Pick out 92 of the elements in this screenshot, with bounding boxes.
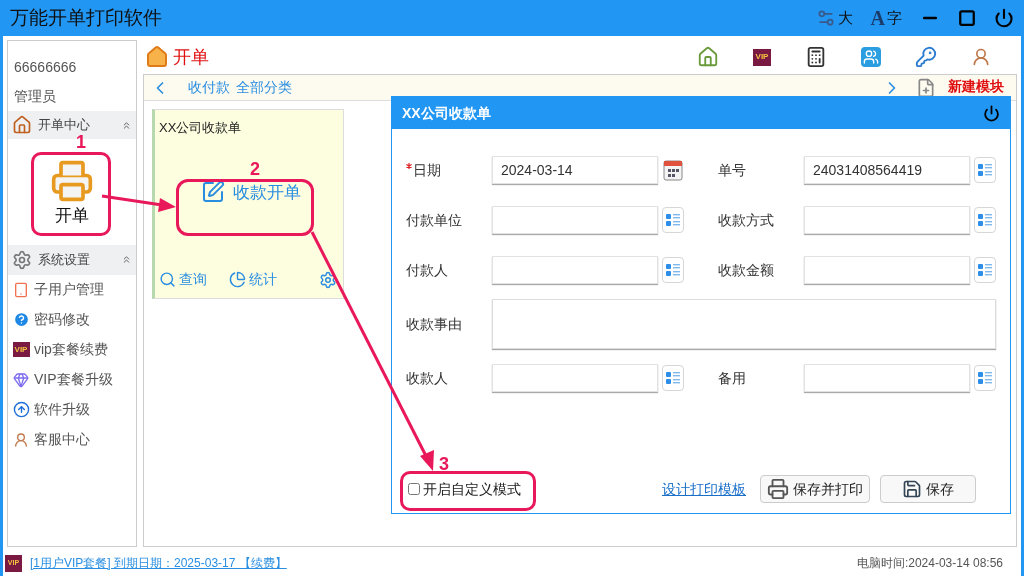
gears-icon <box>12 249 32 270</box>
list-icon <box>977 370 993 386</box>
breadcrumb-link[interactable]: 全部分类 <box>236 77 292 98</box>
input-field[interactable]: 24031408564419 <box>804 156 970 184</box>
field-label: 单号 <box>718 160 747 180</box>
help-icon <box>12 311 30 328</box>
vip-expiry-link[interactable]: [1用户VIP套餐] 到期日期：2025-03-17 【续费】 <box>30 554 287 572</box>
close-icon[interactable] <box>983 104 1000 122</box>
list-picker-button[interactable] <box>974 157 996 183</box>
person-icon[interactable] <box>971 47 991 67</box>
print-tile[interactable]: 开单 <box>50 159 94 229</box>
field-label: 付款单位 <box>406 210 463 230</box>
query-link[interactable]: 查询 <box>159 269 207 290</box>
calendar-button[interactable] <box>662 157 684 183</box>
house-icon <box>12 115 32 135</box>
user-role: 管理员 <box>13 87 57 106</box>
list-icon <box>977 262 993 278</box>
vip-icon[interactable]: VIP <box>753 48 771 66</box>
list-picker-button[interactable] <box>974 257 996 283</box>
pie-chart-icon <box>229 271 246 288</box>
card-title: XX公司收款单 <box>159 119 243 137</box>
reason-field[interactable] <box>492 299 996 349</box>
input-field[interactable] <box>804 256 970 284</box>
step-number: 2 <box>250 160 260 178</box>
printer-icon <box>767 478 789 500</box>
list-icon <box>665 212 681 228</box>
input-field[interactable] <box>804 364 970 392</box>
list-icon <box>977 162 993 178</box>
printer-icon <box>50 159 94 203</box>
list-icon <box>977 212 993 228</box>
close-icon[interactable] <box>994 8 1014 28</box>
user-id: 66666666 <box>13 58 78 77</box>
field-label: 收款方式 <box>718 210 775 230</box>
gem-icon <box>13 371 29 388</box>
page-title: 开单 <box>173 45 209 69</box>
checkbox-label[interactable]: 开启自定义模式 <box>423 478 521 500</box>
sidebar-item[interactable]: 子用户管理 <box>34 279 104 300</box>
edit-icon <box>201 180 225 205</box>
home-icon <box>145 45 169 69</box>
collapse-icon[interactable] <box>121 119 132 131</box>
save-button[interactable]: 保存 <box>880 475 976 503</box>
date-field[interactable]: 2024-03-14 <box>492 156 658 184</box>
users-icon[interactable] <box>861 47 881 67</box>
list-picker-button[interactable] <box>662 207 684 233</box>
search-icon <box>159 271 176 288</box>
input-field[interactable] <box>492 256 658 284</box>
key-icon[interactable] <box>915 46 937 68</box>
field-label: 收款人 <box>406 368 449 388</box>
dialog-title: XX公司收款单 <box>402 103 491 123</box>
font-button[interactable]: A字 <box>870 3 902 33</box>
sidebar-item[interactable]: 密码修改 <box>34 309 90 330</box>
new-module-link[interactable]: 新建模块 <box>948 75 1004 93</box>
field-label: 备用 <box>718 368 747 388</box>
system-time: 电脑时间:2024-03-14 08:56 <box>856 555 1003 572</box>
sidebar-item[interactable]: 客服中心 <box>34 429 90 450</box>
input-field[interactable] <box>492 364 658 392</box>
list-picker-button[interactable] <box>662 257 684 283</box>
person-icon <box>13 431 29 448</box>
tablet-icon <box>13 281 29 298</box>
list-icon <box>665 370 681 386</box>
field-label: 付款人 <box>406 260 449 280</box>
maximize-icon[interactable] <box>958 9 976 27</box>
list-icon <box>665 262 681 278</box>
settings-icon[interactable] <box>319 270 337 289</box>
calendar-icon <box>663 159 683 181</box>
stats-link[interactable]: 统计 <box>229 269 277 290</box>
field-label: 收款事由 <box>406 314 463 334</box>
window-title: 万能开单打印软件 <box>10 5 162 30</box>
custom-mode-checkbox[interactable] <box>408 483 420 495</box>
home-icon[interactable] <box>697 46 719 68</box>
list-picker-button[interactable] <box>974 207 996 233</box>
input-field[interactable] <box>804 206 970 234</box>
large-button[interactable]: 大 <box>815 6 853 30</box>
upgrade-icon <box>12 401 30 418</box>
save-icon <box>902 479 922 499</box>
required-icon <box>406 162 412 169</box>
new-file-icon[interactable] <box>916 77 936 98</box>
input-field[interactable] <box>492 206 658 234</box>
design-template-link[interactable]: 设计打印模板 <box>662 478 746 500</box>
collapse-icon[interactable] <box>121 254 132 265</box>
vip-icon: VIP <box>12 342 30 357</box>
sidebar-item[interactable]: vip套餐续费 <box>34 339 108 360</box>
list-picker-button[interactable] <box>974 365 996 391</box>
sidebar-item[interactable]: 软件升级 <box>34 399 90 420</box>
list-picker-button[interactable] <box>662 365 684 391</box>
step-number: 3 <box>439 455 449 473</box>
field-label: 收款金额 <box>718 260 775 280</box>
save-print-button[interactable]: 保存并打印 <box>760 475 870 503</box>
calculator-icon[interactable] <box>805 46 827 68</box>
section-header[interactable]: 系统设置 <box>8 244 136 275</box>
field-label: 日期 <box>406 159 492 181</box>
sidebar-item[interactable]: VIP套餐升级 <box>34 369 113 390</box>
